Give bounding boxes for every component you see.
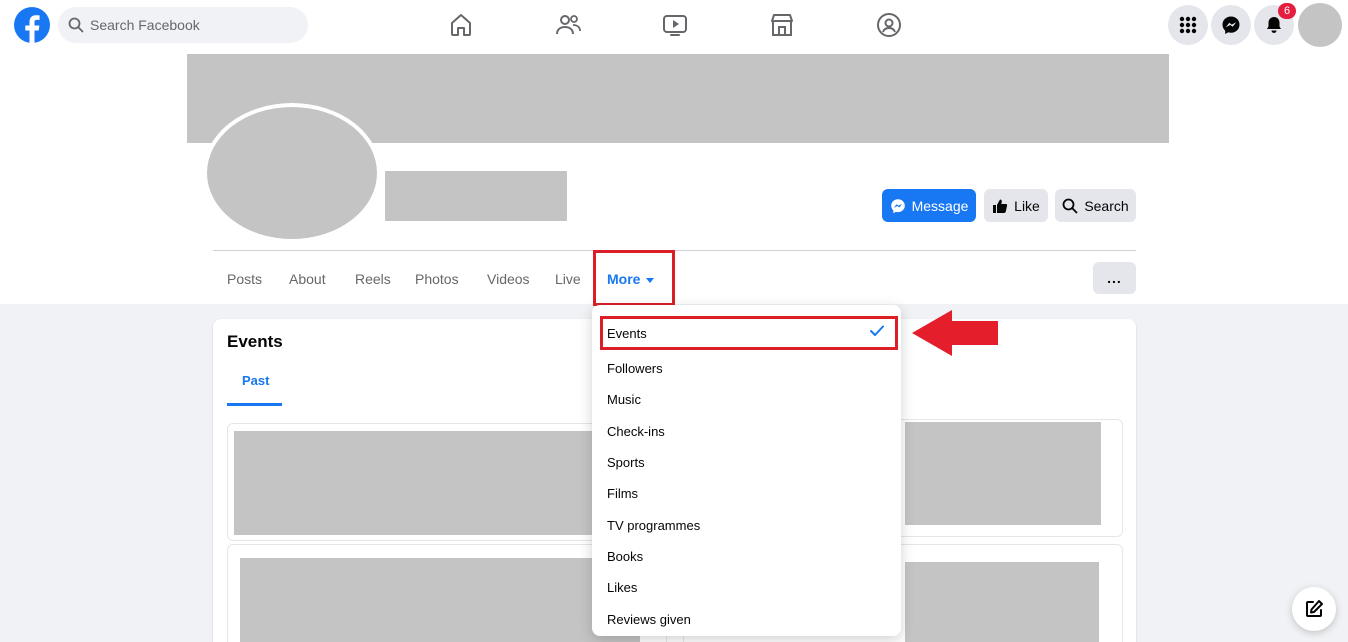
messenger-icon [890, 198, 905, 213]
dropdown-item-reviews-given[interactable]: Reviews given [607, 612, 691, 627]
message-button[interactable]: Message [882, 189, 976, 222]
dropdown-item-books[interactable]: Books [607, 549, 643, 564]
page-search-button-label: Search [1084, 197, 1129, 214]
red-arrow-icon [912, 310, 998, 356]
tab-about[interactable]: About [289, 271, 326, 287]
facebook-logo-icon[interactable] [14, 7, 50, 43]
top-navbar: 6 [0, 0, 1348, 50]
search-icon [1062, 198, 1078, 213]
messenger-icon [1222, 16, 1240, 34]
event-image-placeholder [905, 422, 1101, 525]
highlight-box-more [593, 250, 675, 306]
dropdown-item-check-ins[interactable]: Check-ins [607, 424, 665, 439]
profile-header: Message Like Search Posts About Reels Ph… [0, 50, 1348, 306]
tab-videos[interactable]: Videos [487, 271, 530, 287]
compose-icon [1306, 600, 1323, 617]
dropdown-item-likes[interactable]: Likes [607, 580, 637, 595]
page-search-button[interactable]: Search [1055, 189, 1136, 222]
message-button-label: Message [911, 197, 969, 214]
dropdown-item-followers[interactable]: Followers [607, 361, 663, 376]
thumbs-up-icon [993, 199, 1008, 213]
tab-past-underline [227, 403, 282, 406]
tab-photos[interactable]: Photos [415, 271, 459, 287]
new-message-button[interactable] [1292, 587, 1336, 631]
dropdown-item-sports[interactable]: Sports [607, 455, 645, 470]
profile-picture[interactable] [203, 103, 381, 243]
tab-posts[interactable]: Posts [227, 271, 262, 287]
like-button-label: Like [1014, 197, 1040, 214]
dropdown-item-music[interactable]: Music [607, 392, 641, 407]
grid-menu-icon [1179, 16, 1197, 34]
more-options-button[interactable]: ... [1093, 262, 1136, 294]
tab-reels[interactable]: Reels [355, 271, 391, 287]
bell-icon [1267, 17, 1281, 33]
event-image-placeholder [240, 558, 640, 642]
groups-icon[interactable] [875, 11, 903, 39]
more-dropdown-menu: Events Followers Music Check-ins Sports … [592, 305, 901, 636]
page-name-placeholder [385, 171, 567, 221]
menu-button[interactable] [1168, 5, 1208, 45]
event-image-placeholder [234, 431, 634, 535]
tab-past[interactable]: Past [242, 373, 269, 388]
event-image-placeholder [905, 562, 1099, 642]
tab-live[interactable]: Live [555, 271, 581, 287]
search-facebook-box[interactable] [58, 7, 308, 43]
watch-icon[interactable] [661, 11, 689, 39]
events-title: Events [227, 332, 283, 351]
dropdown-item-films[interactable]: Films [607, 486, 638, 501]
marketplace-icon[interactable] [768, 11, 796, 39]
home-icon[interactable] [447, 11, 475, 39]
search-facebook-input[interactable] [90, 7, 300, 43]
friends-icon[interactable] [554, 11, 582, 39]
search-icon [68, 17, 84, 33]
highlight-box-events [600, 316, 898, 350]
account-avatar[interactable] [1298, 3, 1342, 47]
notification-badge: 6 [1278, 3, 1296, 19]
like-button[interactable]: Like [984, 189, 1048, 222]
messenger-button[interactable] [1211, 5, 1251, 45]
dropdown-item-tv-programmes[interactable]: TV programmes [607, 518, 700, 533]
